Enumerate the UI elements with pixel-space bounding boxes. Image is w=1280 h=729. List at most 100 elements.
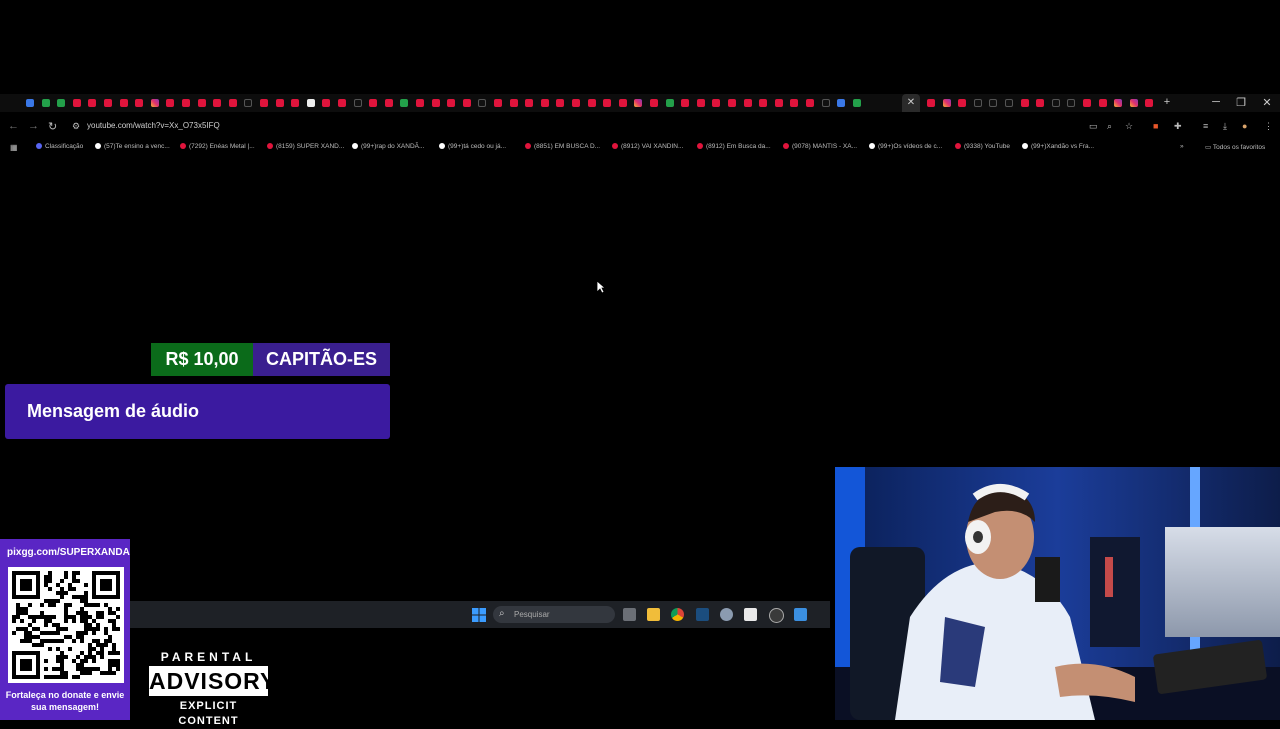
bookmark-item[interactable]: (57)Te ensino a venc... xyxy=(95,143,170,150)
tab-favicon[interactable] xyxy=(57,99,66,107)
tab-favicon[interactable] xyxy=(681,99,690,107)
all-bookmarks-folder[interactable]: ▭ Todos os favoritos xyxy=(1205,143,1265,151)
tab-favicon[interactable] xyxy=(806,99,814,107)
steam-icon[interactable] xyxy=(696,608,709,621)
taskbar-search[interactable]: ⌕ Pesquisar xyxy=(493,606,615,623)
bookmark-item[interactable]: (99+)tá cedo ou já... xyxy=(439,143,506,150)
settings-icon[interactable] xyxy=(720,608,733,621)
tab-favicon[interactable] xyxy=(603,99,612,107)
tab-favicon[interactable] xyxy=(72,99,81,107)
extensions-puzzle-icon[interactable]: ✚ xyxy=(1174,121,1182,132)
tab-favicon[interactable] xyxy=(431,99,440,107)
tab-favicon[interactable] xyxy=(774,99,783,107)
tab-favicon[interactable] xyxy=(1020,99,1029,107)
reload-icon[interactable]: ↻ xyxy=(48,120,57,133)
tab-favicon[interactable] xyxy=(852,99,861,107)
bookmark-item[interactable]: (99+)Xandão vs Fra... xyxy=(1022,143,1094,150)
minimize-button[interactable]: ─ xyxy=(1209,96,1223,108)
obs-icon[interactable] xyxy=(769,608,784,623)
tab-favicon[interactable] xyxy=(338,99,346,107)
bookmark-item[interactable]: (99+)rap do XANDÃ... xyxy=(352,143,424,150)
tab-favicon[interactable] xyxy=(166,99,175,107)
tab-favicon[interactable] xyxy=(1145,99,1154,107)
tab-favicon[interactable] xyxy=(384,99,393,107)
apps-grid-icon[interactable]: ▦ xyxy=(10,143,18,152)
tab-favicon[interactable] xyxy=(1129,99,1138,107)
new-tab-button[interactable]: + xyxy=(1160,96,1174,108)
tab-favicon[interactable] xyxy=(291,99,300,107)
tab-favicon[interactable] xyxy=(587,99,596,107)
tab-favicon[interactable] xyxy=(306,99,315,107)
tab-favicon[interactable] xyxy=(275,99,284,107)
tab-favicon[interactable] xyxy=(135,99,144,107)
zoom-icon[interactable]: ⌕ xyxy=(1107,121,1112,132)
tab-favicon[interactable] xyxy=(509,99,518,107)
forward-icon[interactable]: → xyxy=(28,120,39,132)
extension-icon[interactable]: ■ xyxy=(1153,121,1158,131)
tab-favicon[interactable] xyxy=(1051,99,1060,107)
tab-favicon[interactable] xyxy=(1067,99,1076,107)
tab-favicon[interactable] xyxy=(416,99,424,107)
cast-icon[interactable]: ▭ xyxy=(1089,121,1098,132)
tab-favicon[interactable] xyxy=(1036,99,1045,107)
tab-favicon[interactable] xyxy=(478,99,487,107)
tab-favicon[interactable] xyxy=(1098,99,1107,107)
tab-favicon[interactable] xyxy=(447,99,456,107)
profile-avatar[interactable]: ● xyxy=(1242,121,1247,131)
tab-favicon[interactable] xyxy=(197,99,206,107)
tab-favicon[interactable] xyxy=(618,99,627,107)
tab-favicon[interactable] xyxy=(837,99,846,107)
tab-favicon[interactable] xyxy=(26,99,34,107)
bookmark-item[interactable]: (8912) Em Busca da... xyxy=(697,143,771,150)
bookmark-item[interactable]: (7292) Enéas Metal |... xyxy=(180,143,255,150)
tab-favicon[interactable] xyxy=(1005,99,1013,107)
tab-favicon[interactable] xyxy=(353,99,362,107)
app-icon[interactable] xyxy=(794,608,807,621)
download-icon[interactable]: ⤓ xyxy=(1223,121,1227,132)
tab-favicon[interactable] xyxy=(260,99,268,107)
tab-favicon[interactable] xyxy=(104,99,112,107)
close-window-button[interactable]: ✕ xyxy=(1260,96,1274,109)
tab-favicon[interactable] xyxy=(927,99,935,107)
tab-favicon[interactable] xyxy=(400,99,409,107)
bookmark-item[interactable]: (8851) EM BUSCA D... xyxy=(525,143,600,150)
tab-favicon[interactable] xyxy=(228,99,237,107)
tab-favicon[interactable] xyxy=(213,99,222,107)
chrome-icon[interactable] xyxy=(671,608,684,621)
url-text[interactable]: youtube.com/watch?v=Xx_O73x5IFQ xyxy=(87,121,220,130)
tab-favicon[interactable] xyxy=(494,99,502,107)
notepad-icon[interactable] xyxy=(744,608,757,621)
site-info-icon[interactable]: ⚙ xyxy=(72,121,80,132)
tab-favicon[interactable] xyxy=(182,99,190,107)
tab-favicon[interactable] xyxy=(572,99,580,107)
media-icon[interactable]: ≡ xyxy=(1203,121,1208,131)
tab-favicon[interactable] xyxy=(150,99,159,107)
bookmark-star-icon[interactable]: ☆ xyxy=(1125,121,1133,132)
tab-favicon[interactable] xyxy=(942,99,951,107)
menu-icon[interactable]: ⋮ xyxy=(1264,121,1273,132)
task-view-icon[interactable] xyxy=(623,608,636,621)
back-icon[interactable]: ← xyxy=(8,120,19,132)
file-explorer-icon[interactable] xyxy=(647,608,660,621)
tab-favicon[interactable] xyxy=(119,99,128,107)
bookmark-item[interactable]: Classificação xyxy=(36,143,83,150)
tab-favicon[interactable] xyxy=(244,99,253,107)
tab-favicon[interactable] xyxy=(728,99,736,107)
tab-favicon[interactable] xyxy=(696,99,705,107)
tab-favicon[interactable] xyxy=(1114,99,1123,107)
tab-favicon[interactable] xyxy=(462,99,471,107)
tab-favicon[interactable] xyxy=(525,99,534,107)
tab-favicon[interactable] xyxy=(88,99,97,107)
address-bar[interactable] xyxy=(68,119,1138,135)
tab-favicon[interactable] xyxy=(821,99,830,107)
bookmark-item[interactable]: (9338) YouTube xyxy=(955,143,1010,150)
tab-favicon[interactable] xyxy=(759,99,768,107)
bookmark-item[interactable]: (8912) VAI XANDIN... xyxy=(612,143,683,150)
tab-favicon[interactable] xyxy=(989,99,998,107)
bookmark-item[interactable]: (9078) MANTIS - XA... xyxy=(783,143,857,150)
tab-favicon[interactable] xyxy=(41,99,50,107)
tab-favicon[interactable] xyxy=(369,99,378,107)
tab-favicon[interactable] xyxy=(634,99,643,107)
tab-favicon[interactable] xyxy=(712,99,721,107)
bookmark-item[interactable]: (99+)Os vídeos de c... xyxy=(869,143,942,150)
